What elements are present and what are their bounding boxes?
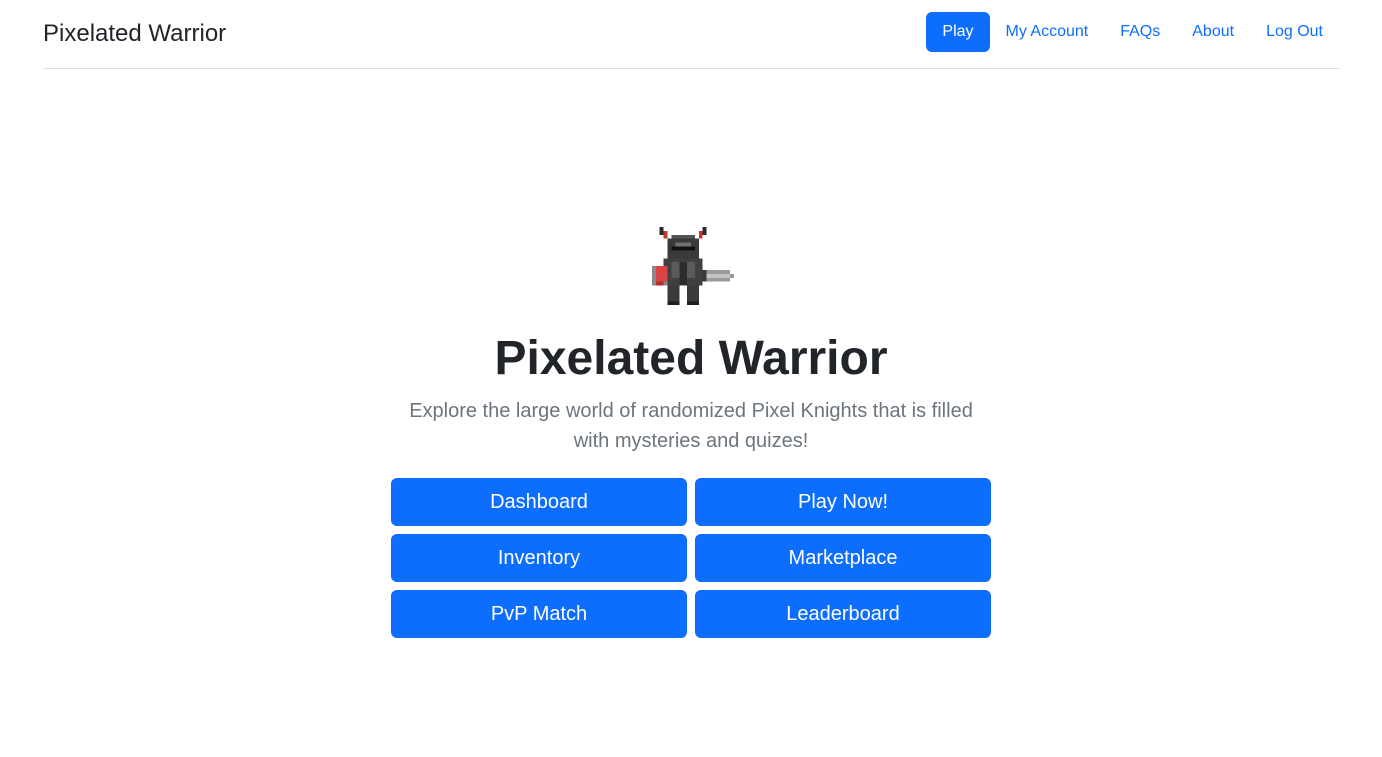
main-nav: Play My Account FAQs About Log Out (926, 12, 1339, 52)
nav-log-out[interactable]: Log Out (1250, 12, 1339, 52)
pvp-match-button[interactable]: PvP Match (391, 590, 687, 638)
page-title: Pixelated Warrior (494, 332, 888, 385)
hero-description: Explore the large world of randomized Pi… (409, 400, 973, 452)
marketplace-button[interactable]: Marketplace (695, 534, 991, 582)
dashboard-button[interactable]: Dashboard (391, 478, 687, 526)
action-button-grid: Dashboard Play Now! Inventory Marketplac… (391, 478, 991, 638)
nav-about[interactable]: About (1176, 12, 1250, 52)
nav-my-account[interactable]: My Account (990, 12, 1105, 52)
leaderboard-button[interactable]: Leaderboard (695, 590, 991, 638)
nav-faqs[interactable]: FAQs (1104, 12, 1176, 52)
play-now-button[interactable]: Play Now! (695, 478, 991, 526)
inventory-button[interactable]: Inventory (391, 534, 687, 582)
brand-link[interactable]: Pixelated Warrior (43, 19, 226, 49)
pixel-knight-icon (651, 227, 734, 306)
site-header: Pixelated Warrior Play My Account FAQs A… (43, 0, 1339, 69)
nav-play[interactable]: Play (926, 12, 990, 52)
